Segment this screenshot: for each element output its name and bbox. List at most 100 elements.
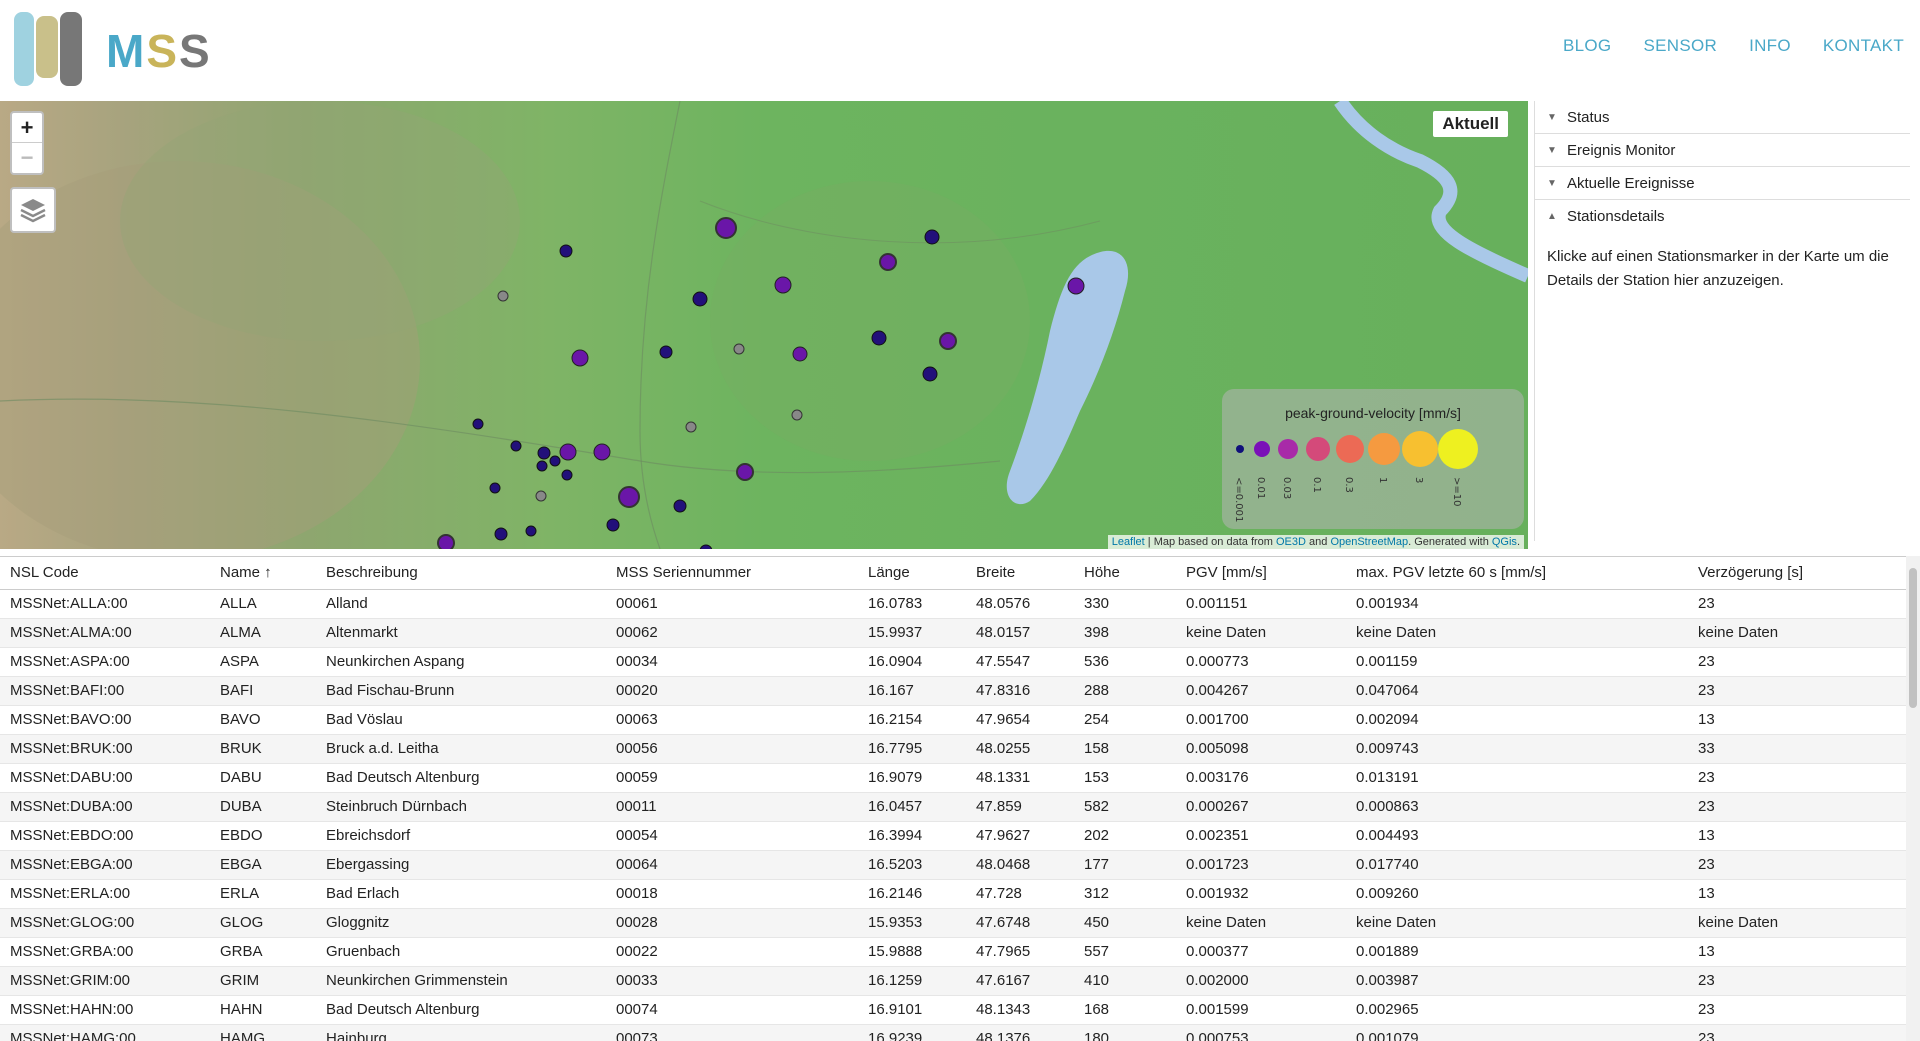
table-cell: 47.9627 <box>966 821 1074 851</box>
column-header[interactable]: NSL Code <box>0 557 210 590</box>
table-cell: Hainburg <box>316 1024 606 1041</box>
table-row[interactable]: MSSNet:DUBA:00 DUBA Steinbruch Dürnbach 000… <box>0 792 1906 822</box>
table-cell: 158 <box>1074 734 1176 764</box>
table-cell: 410 <box>1074 966 1176 996</box>
section-stationsdetails[interactable]: ▲ Stationsdetails <box>1535 200 1910 233</box>
table-cell: 47.5547 <box>966 647 1074 677</box>
table-cell: keine Daten <box>1688 618 1906 648</box>
legend-swatch <box>1236 445 1244 453</box>
table-cell: 48.0157 <box>966 618 1074 648</box>
table-cell: DABU <box>210 763 316 793</box>
column-header[interactable]: Name ↑ <box>210 557 316 590</box>
station-map[interactable]: + − Aktuell peak-ground-velocity [mm/s] … <box>0 101 1528 549</box>
table-row[interactable]: MSSNet:GRBA:00 GRBA Gruenbach 00022 15.9888 4… <box>0 937 1906 967</box>
table-cell: 16.0457 <box>858 792 966 822</box>
nav-kontakt[interactable]: KONTAKT <box>1823 36 1904 56</box>
table-cell: BAVO <box>210 705 316 735</box>
column-header[interactable]: Breite <box>966 557 1074 590</box>
table-row[interactable]: MSSNet:ALMA:00 ALMA Altenmarkt 00062 15.9937… <box>0 618 1906 648</box>
table-row[interactable]: MSSNet:BAFI:00 BAFI Bad Fischau-Brunn 00020… <box>0 676 1906 706</box>
table-cell: 153 <box>1074 763 1176 793</box>
column-header[interactable]: Länge <box>858 557 966 590</box>
table-cell: MSSNet:HAHN:00 <box>0 995 210 1025</box>
table-cell: MSSNet:EBDO:00 <box>0 821 210 851</box>
column-header[interactable]: Höhe <box>1074 557 1176 590</box>
aktuell-label[interactable]: Aktuell <box>1433 111 1508 137</box>
table-cell: 48.0468 <box>966 850 1074 880</box>
table-cell: 0.013191 <box>1346 763 1688 793</box>
table-row[interactable]: MSSNet:ASPA:00 ASPA Neunkirchen Aspang 0003… <box>0 647 1906 677</box>
table-cell: 0.001723 <box>1176 850 1346 880</box>
table-row[interactable]: MSSNet:BAVO:00 BAVO Bad Vöslau 00063 16.2154… <box>0 705 1906 735</box>
table-cell: 00064 <box>606 850 858 880</box>
table-row[interactable]: MSSNet:ALLA:00 ALLA Alland 00061 16.0783 48.0… <box>0 589 1906 619</box>
legend-label: >=10 <box>1451 477 1462 506</box>
table-row[interactable]: MSSNet:GLOG:00 GLOG Gloggnitz 00028 15.9353 4… <box>0 908 1906 938</box>
table-cell: 00054 <box>606 821 858 851</box>
nav-sensor[interactable]: SENSOR <box>1643 36 1717 56</box>
table-cell: 13 <box>1688 879 1906 909</box>
layers-icon <box>20 199 46 223</box>
column-header[interactable]: PGV [mm/s] <box>1176 557 1346 590</box>
station-table: NSL Code Name ↑ Beschreibung MSS Seriennumm… <box>0 557 1906 1041</box>
scrollbar-thumb[interactable] <box>1909 568 1917 708</box>
table-row[interactable]: MSSNet:EBGA:00 EBGA Ebergassing 00064 16.520… <box>0 850 1906 880</box>
section-aktuelle-ereignisse[interactable]: ▼ Aktuelle Ereignisse <box>1535 167 1910 200</box>
zoom-in-button[interactable]: + <box>12 113 42 143</box>
table-cell: 16.5203 <box>858 850 966 880</box>
table-cell: MSSNet:GRIM:00 <box>0 966 210 996</box>
table-cell: HAMG <box>210 1024 316 1041</box>
zoom-control: + − <box>10 111 44 175</box>
table-cell: 16.3994 <box>858 821 966 851</box>
section-status[interactable]: ▼ Status <box>1535 101 1910 134</box>
column-header[interactable]: Verzögerung [s] <box>1688 557 1906 590</box>
legend-label: 1 <box>1377 477 1388 483</box>
column-header[interactable]: Beschreibung <box>316 557 606 590</box>
table-cell: Altenmarkt <box>316 618 606 648</box>
table-cell: MSSNet:BAFI:00 <box>0 676 210 706</box>
legend-swatch <box>1402 431 1438 467</box>
table-row[interactable]: MSSNet:HAHN:00 HAHN Bad Deutsch Altenburg 0… <box>0 995 1906 1025</box>
section-ereignis-monitor[interactable]: ▼ Ereignis Monitor <box>1535 134 1910 167</box>
table-cell: 0.009743 <box>1346 734 1688 764</box>
table-row[interactable]: MSSNet:EBDO:00 EBDO Ebreichsdorf 00054 16.39… <box>0 821 1906 851</box>
table-row[interactable]: MSSNet:DABU:00 DABU Bad Deutsch Altenburg 0… <box>0 763 1906 793</box>
legend-swatch <box>1336 435 1364 463</box>
table-cell: Neunkirchen Aspang <box>316 647 606 677</box>
table-cell: 0.047064 <box>1346 676 1688 706</box>
table-scrollbar[interactable] <box>1906 556 1920 1041</box>
table-row[interactable]: MSSNet:ERLA:00 ERLA Bad Erlach 00018 16.2146… <box>0 879 1906 909</box>
layers-button[interactable] <box>10 187 56 233</box>
table-row[interactable]: MSSNet:HAMG:00 HAMG Hainburg 00073 16.9239 48… <box>0 1024 1906 1041</box>
leaflet-link[interactable]: Leaflet <box>1112 536 1145 548</box>
table-cell: 0.001934 <box>1346 589 1688 619</box>
legend-swatch <box>1278 439 1298 459</box>
table-row[interactable]: MSSNet:GRIM:00 GRIM Neunkirchen Grimmenste… <box>0 966 1906 996</box>
table-cell: EBGA <box>210 850 316 880</box>
zoom-out-button[interactable]: − <box>12 143 42 173</box>
legend-swatch <box>1368 433 1400 465</box>
table-cell: 0.003176 <box>1176 763 1346 793</box>
table-cell: MSSNet:BAVO:00 <box>0 705 210 735</box>
table-cell: 0.002000 <box>1176 966 1346 996</box>
table-cell: MSSNet:ALMA:00 <box>0 618 210 648</box>
mss-logo[interactable]: MSS <box>14 8 210 88</box>
table-cell: MSSNet:DUBA:00 <box>0 792 210 822</box>
table-cell: 47.8316 <box>966 676 1074 706</box>
legend-swatch <box>1306 437 1330 461</box>
table-cell: 0.003987 <box>1346 966 1688 996</box>
table-cell: GRIM <box>210 966 316 996</box>
table-cell: 0.001932 <box>1176 879 1346 909</box>
qgis-link[interactable]: QGis <box>1492 536 1517 548</box>
column-header[interactable]: MSS Seriennummer <box>606 557 858 590</box>
table-cell: EBDO <box>210 821 316 851</box>
oe3d-link[interactable]: OE3D <box>1276 536 1306 548</box>
column-header[interactable]: max. PGV letzte 60 s [mm/s] <box>1346 557 1688 590</box>
table-cell: 00059 <box>606 763 858 793</box>
nav-blog[interactable]: BLOG <box>1563 36 1611 56</box>
nav-info[interactable]: INFO <box>1749 36 1791 56</box>
osm-link[interactable]: OpenStreetMap <box>1330 536 1408 548</box>
table-row[interactable]: MSSNet:BRUK:00 BRUK Bruck a.d. Leitha 00056… <box>0 734 1906 764</box>
legend-label: 0.1 <box>1311 477 1322 493</box>
table-cell: 16.1259 <box>858 966 966 996</box>
